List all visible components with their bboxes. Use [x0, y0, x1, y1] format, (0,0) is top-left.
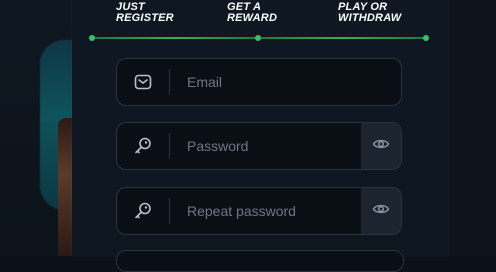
email-separator — [169, 69, 170, 95]
step-register-line2: REGISTER — [116, 12, 174, 24]
step-reward-line2: REWARD — [227, 12, 278, 24]
step-register-label: JUST REGISTER — [116, 2, 196, 24]
eye-icon — [372, 137, 390, 156]
key-icon — [117, 188, 169, 234]
password-visibility-toggle[interactable] — [361, 123, 401, 169]
password-separator — [169, 133, 170, 159]
password-input[interactable]: Password — [187, 123, 248, 169]
next-field-partial[interactable] — [116, 250, 404, 272]
password-field[interactable]: Password — [116, 122, 402, 170]
background-right — [448, 0, 496, 256]
repeat-password-visibility-toggle[interactable] — [361, 188, 401, 234]
progress-line-2 — [258, 37, 426, 39]
step-progress — [89, 35, 429, 41]
email-input[interactable]: Email — [187, 59, 222, 105]
repeat-password-field[interactable]: Repeat password — [116, 187, 402, 235]
step-reward-label: GET A REWARD — [227, 2, 307, 24]
eye-icon — [372, 202, 390, 221]
step-withdraw-label: PLAY OR WITHDRAW — [338, 2, 418, 24]
step-withdraw-line2: WITHDRAW — [338, 12, 402, 24]
progress-dot-2 — [255, 35, 261, 41]
email-field[interactable]: Email — [116, 58, 402, 106]
progress-line-1 — [92, 37, 258, 39]
progress-dot-3 — [423, 35, 429, 41]
progress-dot-1 — [89, 35, 95, 41]
repeat-password-input[interactable]: Repeat password — [187, 188, 296, 234]
key-icon — [117, 123, 169, 169]
envelope-icon — [117, 59, 169, 105]
repeat-password-separator — [169, 198, 170, 224]
